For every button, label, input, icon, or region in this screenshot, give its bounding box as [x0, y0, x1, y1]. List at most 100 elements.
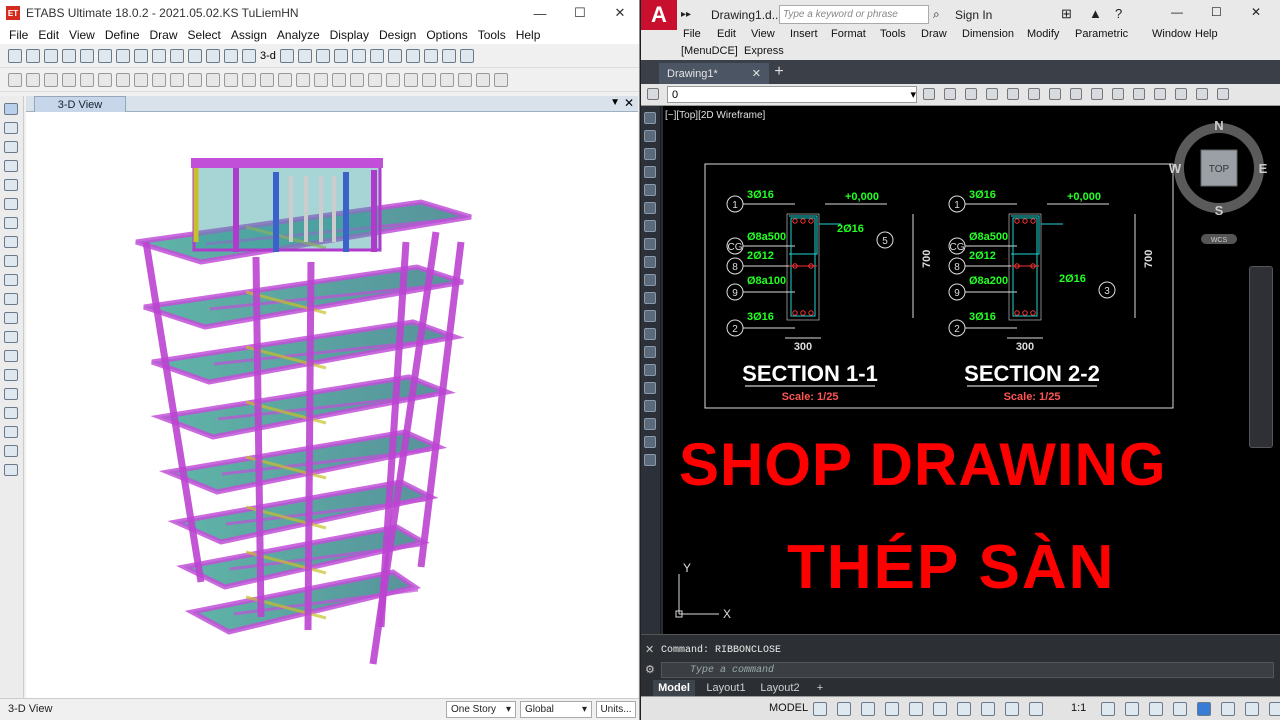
- menu-parametric[interactable]: Parametric: [1075, 28, 1128, 40]
- draw-tendon-icon[interactable]: [4, 312, 18, 324]
- hardware-accel-icon[interactable]: [1221, 702, 1235, 716]
- tool-icon[interactable]: [644, 238, 656, 250]
- tool-icon[interactable]: [8, 72, 22, 87]
- menu-assign[interactable]: Assign: [231, 28, 267, 42]
- layer-tool-icon[interactable]: [1133, 88, 1145, 100]
- select-previous-icon[interactable]: [4, 426, 18, 438]
- add-layout-icon[interactable]: +: [811, 680, 829, 696]
- tool-icon[interactable]: [422, 72, 436, 87]
- osnap-icon[interactable]: [909, 702, 923, 716]
- menu-edit[interactable]: Edit: [38, 28, 59, 42]
- check-icon[interactable]: [405, 48, 420, 63]
- plan-view-icon[interactable]: [279, 48, 294, 63]
- tab-drawing1[interactable]: Drawing1* ✕: [659, 63, 769, 84]
- tab-layout1[interactable]: Layout1: [701, 680, 751, 696]
- tool-icon[interactable]: [368, 72, 382, 87]
- tool-icon[interactable]: [134, 72, 148, 87]
- new-tab-icon[interactable]: +: [769, 63, 789, 81]
- tab-3d-view[interactable]: 3-D View: [34, 96, 126, 112]
- tool-icon[interactable]: [386, 72, 400, 87]
- tool-icon[interactable]: [80, 72, 94, 87]
- tool-icon[interactable]: [152, 72, 166, 87]
- close-command-icon[interactable]: ✕: [645, 643, 654, 656]
- maximize-button[interactable]: ☐: [560, 0, 600, 26]
- layer-tool-icon[interactable]: [944, 88, 956, 100]
- tool-icon[interactable]: [458, 72, 472, 87]
- tool-icon[interactable]: [116, 72, 130, 87]
- elevation-view-icon[interactable]: [297, 48, 312, 63]
- edit-pencil-icon[interactable]: [98, 48, 112, 63]
- menu-file[interactable]: File: [683, 28, 701, 40]
- tool-icon[interactable]: [278, 72, 292, 87]
- rotate-view-icon[interactable]: [315, 48, 330, 63]
- select-pointer-icon[interactable]: [4, 103, 18, 115]
- tool-icon[interactable]: [26, 72, 40, 87]
- layer-tool-icon[interactable]: [1217, 88, 1229, 100]
- draw-area-icon[interactable]: [4, 274, 18, 286]
- layer-tool-icon[interactable]: [923, 88, 935, 100]
- tool-icon[interactable]: [644, 328, 656, 340]
- layer-tool-icon[interactable]: [1070, 88, 1082, 100]
- draw-link-icon[interactable]: [4, 293, 18, 305]
- menu-display[interactable]: Display: [330, 28, 369, 42]
- redo-icon[interactable]: [80, 48, 94, 63]
- close-tab-icon[interactable]: ✕: [752, 67, 761, 80]
- expand-arrow-icon[interactable]: ▸▸: [681, 9, 691, 20]
- zoom-window-icon[interactable]: [152, 48, 166, 63]
- lineweight-icon[interactable]: [957, 702, 971, 716]
- menu-tools[interactable]: Tools: [478, 28, 506, 42]
- draw-brace-icon[interactable]: [4, 160, 18, 172]
- draw-stair-icon[interactable]: [4, 350, 18, 362]
- tool-icon[interactable]: [644, 418, 656, 430]
- dropdown-arrow-icon[interactable]: ▼: [610, 97, 620, 108]
- drawing-canvas[interactable]: [−][Top][2D Wireframe] TOP N S E W WCS 1…: [663, 106, 1280, 634]
- draw-column-icon[interactable]: [4, 179, 18, 191]
- model-space-button[interactable]: MODEL: [769, 702, 808, 714]
- exchange-icon[interactable]: ▲: [1089, 6, 1102, 21]
- 3d-view-button[interactable]: 3-d: [260, 50, 276, 62]
- selection-cycling-icon[interactable]: [1005, 702, 1019, 716]
- draw-grid-icon[interactable]: [4, 331, 18, 343]
- tool-icon[interactable]: [296, 72, 310, 87]
- menu-dimension[interactable]: Dimension: [962, 28, 1014, 40]
- tool-icon[interactable]: [494, 72, 508, 87]
- help-icon[interactable]: ?: [1115, 6, 1122, 21]
- settings-gear-icon[interactable]: [644, 112, 656, 124]
- tool-icon[interactable]: [644, 274, 656, 286]
- menu-format[interactable]: Format: [831, 28, 866, 40]
- close-view-icon[interactable]: ✕: [624, 96, 634, 110]
- 3d-box-icon[interactable]: [441, 48, 456, 63]
- tool-icon[interactable]: [98, 72, 112, 87]
- snap-icon[interactable]: [4, 464, 18, 476]
- tool-icon[interactable]: [404, 72, 418, 87]
- layer-tool-icon[interactable]: [1154, 88, 1166, 100]
- menu-insert[interactable]: Insert: [790, 28, 818, 40]
- tool-icon[interactable]: [644, 310, 656, 322]
- zoom-out-icon[interactable]: [188, 48, 202, 63]
- cart-icon[interactable]: ⊞: [1061, 6, 1072, 22]
- units-icon[interactable]: [1149, 702, 1163, 716]
- run-analysis-icon[interactable]: [134, 48, 148, 63]
- tab-model[interactable]: Model: [653, 680, 695, 696]
- clean-screen-icon[interactable]: [1245, 702, 1259, 716]
- tool-icon[interactable]: [644, 400, 656, 412]
- maximize-button[interactable]: ☐: [1211, 5, 1222, 19]
- layer-tool-icon[interactable]: [965, 88, 977, 100]
- close-button[interactable]: ✕: [600, 0, 639, 26]
- tool-icon[interactable]: [644, 454, 656, 466]
- menu-design[interactable]: Design: [379, 28, 416, 42]
- zoom-previous-icon[interactable]: [224, 48, 238, 63]
- menu-options[interactable]: Options: [426, 28, 467, 42]
- draw-floor-icon[interactable]: [4, 236, 18, 248]
- close-button[interactable]: ✕: [1251, 5, 1261, 19]
- move-down-icon[interactable]: [369, 48, 384, 63]
- tool-icon[interactable]: [644, 148, 656, 160]
- tool-icon[interactable]: [170, 72, 184, 87]
- menu-draw[interactable]: Draw: [921, 28, 947, 40]
- tool-icon[interactable]: [644, 166, 656, 178]
- tool-icon[interactable]: [314, 72, 328, 87]
- menu-help[interactable]: Help: [1195, 28, 1218, 40]
- menu-tools[interactable]: Tools: [880, 28, 906, 40]
- sign-in-button[interactable]: Sign In: [955, 8, 992, 22]
- perspective-icon[interactable]: [333, 48, 348, 63]
